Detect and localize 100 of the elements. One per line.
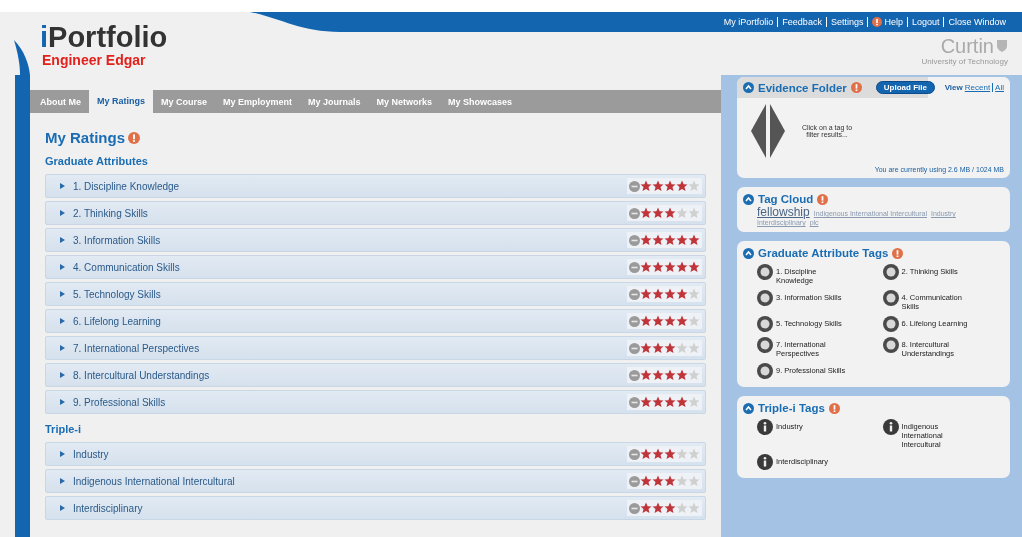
rating-row[interactable]: Interdisciplinary bbox=[45, 496, 706, 520]
star-icon[interactable] bbox=[664, 396, 676, 408]
rating-row[interactable]: Indigenous International Intercultural bbox=[45, 469, 706, 493]
collapse-icon[interactable] bbox=[743, 247, 754, 259]
star-icon[interactable] bbox=[688, 288, 700, 300]
rating-row[interactable]: 1. Discipline Knowledge bbox=[45, 174, 706, 198]
star-icon[interactable] bbox=[676, 180, 688, 192]
star-icon[interactable] bbox=[652, 448, 664, 460]
info-icon[interactable] bbox=[757, 454, 773, 470]
collapse-icon[interactable] bbox=[743, 193, 754, 205]
star-icon[interactable] bbox=[676, 288, 688, 300]
tag-icon[interactable] bbox=[882, 337, 899, 353]
star-icon[interactable] bbox=[640, 261, 652, 273]
star-icon[interactable] bbox=[664, 234, 676, 246]
tag-icon[interactable] bbox=[757, 337, 773, 353]
star-icon[interactable] bbox=[664, 369, 676, 381]
star-icon[interactable] bbox=[676, 261, 688, 273]
tag-icon[interactable] bbox=[757, 290, 773, 306]
tag-icon[interactable] bbox=[882, 264, 899, 280]
star-icon[interactable] bbox=[664, 288, 676, 300]
collapse-icon[interactable] bbox=[743, 82, 754, 93]
star-icon[interactable] bbox=[676, 207, 688, 219]
top-link[interactable]: Feedback bbox=[777, 17, 826, 27]
top-link[interactable]: Settings bbox=[825, 17, 868, 27]
star-icon[interactable] bbox=[688, 369, 700, 381]
star-icon[interactable] bbox=[652, 342, 664, 354]
rating-row[interactable]: 9. Professional Skills bbox=[45, 390, 706, 414]
rating-row[interactable]: 8. Intercultural Understandings bbox=[45, 363, 706, 387]
help-icon[interactable] bbox=[828, 402, 840, 414]
star-icon[interactable] bbox=[676, 369, 688, 381]
top-link[interactable]: My iPortfolio bbox=[719, 17, 778, 27]
star-icon[interactable] bbox=[640, 180, 652, 192]
star-icon[interactable] bbox=[640, 342, 652, 354]
rating-row[interactable]: 7. International Perspectives bbox=[45, 336, 706, 360]
tag-icon[interactable] bbox=[882, 290, 899, 306]
tag-icon[interactable] bbox=[757, 264, 773, 280]
info-icon[interactable] bbox=[882, 419, 899, 435]
info-icon[interactable] bbox=[757, 419, 773, 435]
top-link[interactable]: Logout bbox=[906, 17, 944, 27]
star-icon[interactable] bbox=[640, 396, 652, 408]
star-icon[interactable] bbox=[664, 180, 676, 192]
star-icon[interactable] bbox=[688, 342, 700, 354]
star-icon[interactable] bbox=[640, 369, 652, 381]
help-icon[interactable] bbox=[892, 247, 904, 259]
star-icon[interactable] bbox=[640, 234, 652, 246]
star-icon[interactable] bbox=[652, 234, 664, 246]
star-icon[interactable] bbox=[664, 315, 676, 327]
star-icon[interactable] bbox=[688, 261, 700, 273]
star-icon[interactable] bbox=[664, 261, 676, 273]
star-icon[interactable] bbox=[676, 502, 688, 514]
star-icon[interactable] bbox=[652, 288, 664, 300]
star-icon[interactable] bbox=[688, 234, 700, 246]
star-icon[interactable] bbox=[676, 396, 688, 408]
star-icon[interactable] bbox=[688, 448, 700, 460]
tag-icon[interactable] bbox=[757, 316, 773, 332]
rating-row[interactable]: 3. Information Skills bbox=[45, 228, 706, 252]
star-icon[interactable] bbox=[652, 369, 664, 381]
cloud-tag[interactable]: fellowship bbox=[757, 205, 810, 219]
collapse-icon[interactable] bbox=[743, 402, 754, 414]
star-icon[interactable] bbox=[652, 261, 664, 273]
star-icon[interactable] bbox=[688, 207, 700, 219]
star-icon[interactable] bbox=[688, 475, 700, 487]
star-icon[interactable] bbox=[676, 234, 688, 246]
star-icon[interactable] bbox=[640, 502, 652, 514]
star-icon[interactable] bbox=[664, 502, 676, 514]
star-icon[interactable] bbox=[640, 448, 652, 460]
rating-row[interactable]: 5. Technology Skills bbox=[45, 282, 706, 306]
top-link[interactable]: Close Window bbox=[943, 17, 1010, 27]
star-icon[interactable] bbox=[652, 475, 664, 487]
star-icon[interactable] bbox=[640, 315, 652, 327]
upload-button[interactable]: Upload File bbox=[875, 81, 935, 94]
view-link[interactable]: All bbox=[992, 83, 1004, 92]
star-icon[interactable] bbox=[652, 396, 664, 408]
star-icon[interactable] bbox=[688, 396, 700, 408]
rating-row[interactable]: 6. Lifelong Learning bbox=[45, 309, 706, 333]
star-icon[interactable] bbox=[688, 180, 700, 192]
tag-icon[interactable] bbox=[757, 363, 773, 379]
star-icon[interactable] bbox=[676, 448, 688, 460]
star-icon[interactable] bbox=[652, 502, 664, 514]
tab[interactable]: My Ratings bbox=[89, 88, 153, 113]
star-icon[interactable] bbox=[688, 502, 700, 514]
star-icon[interactable] bbox=[652, 315, 664, 327]
view-link[interactable]: Recent bbox=[964, 83, 991, 92]
help-icon[interactable] bbox=[817, 193, 829, 205]
tag-icon[interactable] bbox=[882, 316, 899, 332]
help-icon[interactable] bbox=[128, 131, 140, 144]
star-icon[interactable] bbox=[664, 448, 676, 460]
top-link[interactable]: Help bbox=[867, 17, 907, 27]
help-icon[interactable] bbox=[850, 82, 862, 93]
star-icon[interactable] bbox=[664, 207, 676, 219]
star-icon[interactable] bbox=[664, 342, 676, 354]
star-icon[interactable] bbox=[688, 315, 700, 327]
browse-arrows-icon[interactable] bbox=[751, 104, 785, 158]
star-icon[interactable] bbox=[676, 342, 688, 354]
rating-row[interactable]: 2. Thinking Skills bbox=[45, 201, 706, 225]
star-icon[interactable] bbox=[664, 475, 676, 487]
star-icon[interactable] bbox=[676, 315, 688, 327]
star-icon[interactable] bbox=[640, 475, 652, 487]
rating-row[interactable]: 4. Communication Skills bbox=[45, 255, 706, 279]
rating-row[interactable]: Industry bbox=[45, 442, 706, 466]
